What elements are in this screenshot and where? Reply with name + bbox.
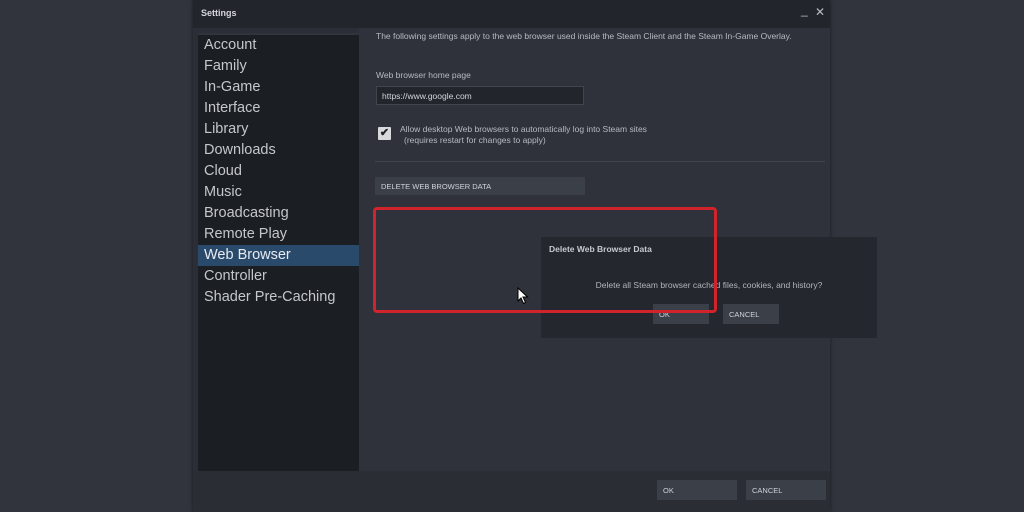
- dialog-message: Delete all Steam browser cached files, c…: [595, 280, 823, 290]
- ok-button[interactable]: OK: [657, 480, 737, 500]
- home-page-input[interactable]: [376, 86, 584, 105]
- sidebar-item-cloud[interactable]: Cloud: [198, 161, 359, 182]
- window-title: Settings: [201, 8, 237, 18]
- dialog-cancel-button[interactable]: CANCEL: [723, 304, 779, 324]
- intro-text: The following settings apply to the web …: [376, 31, 792, 41]
- sidebar-item-in-game[interactable]: In-Game: [198, 77, 359, 98]
- checkmark-icon: ✔: [379, 127, 390, 139]
- sidebar-item-remote-play[interactable]: Remote Play: [198, 224, 359, 245]
- delete-data-dialog: Delete Web Browser Data Delete all Steam…: [541, 237, 877, 338]
- web-browser-settings-panel: The following settings apply to the web …: [359, 28, 877, 471]
- section-divider: [375, 161, 825, 162]
- dialog-title: Delete Web Browser Data: [549, 244, 652, 254]
- sidebar-item-music[interactable]: Music: [198, 182, 359, 203]
- sidebar-item-controller[interactable]: Controller: [198, 266, 359, 287]
- minimize-icon[interactable]: _: [801, 3, 808, 17]
- auto-login-note: (requires restart for changes to apply): [404, 135, 546, 145]
- sidebar-item-library[interactable]: Library: [198, 119, 359, 140]
- home-page-label: Web browser home page: [376, 70, 471, 80]
- auto-login-checkbox[interactable]: ✔: [378, 127, 391, 140]
- delete-web-browser-data-button[interactable]: DELETE WEB BROWSER DATA: [375, 177, 585, 195]
- dialog-ok-button[interactable]: OK: [653, 304, 709, 324]
- sidebar-item-broadcasting[interactable]: Broadcasting: [198, 203, 359, 224]
- settings-sidebar: Account Family In-Game Interface Library…: [198, 33, 359, 471]
- sidebar-item-account[interactable]: Account: [198, 35, 359, 56]
- dialog-footer: OK CANCEL: [193, 471, 830, 512]
- sidebar-item-downloads[interactable]: Downloads: [198, 140, 359, 161]
- cancel-button[interactable]: CANCEL: [746, 480, 826, 500]
- sidebar-item-interface[interactable]: Interface: [198, 98, 359, 119]
- settings-window: Settings _ ✕ Account Family In-Game Inte…: [193, 0, 877, 512]
- title-bar[interactable]: Settings _ ✕: [193, 0, 830, 28]
- sidebar-item-family[interactable]: Family: [198, 56, 359, 77]
- auto-login-label: Allow desktop Web browsers to automatica…: [400, 124, 647, 134]
- sidebar-item-shader-pre-caching[interactable]: Shader Pre-Caching: [198, 287, 359, 308]
- close-icon[interactable]: ✕: [815, 5, 825, 19]
- sidebar-item-web-browser[interactable]: Web Browser: [198, 245, 359, 266]
